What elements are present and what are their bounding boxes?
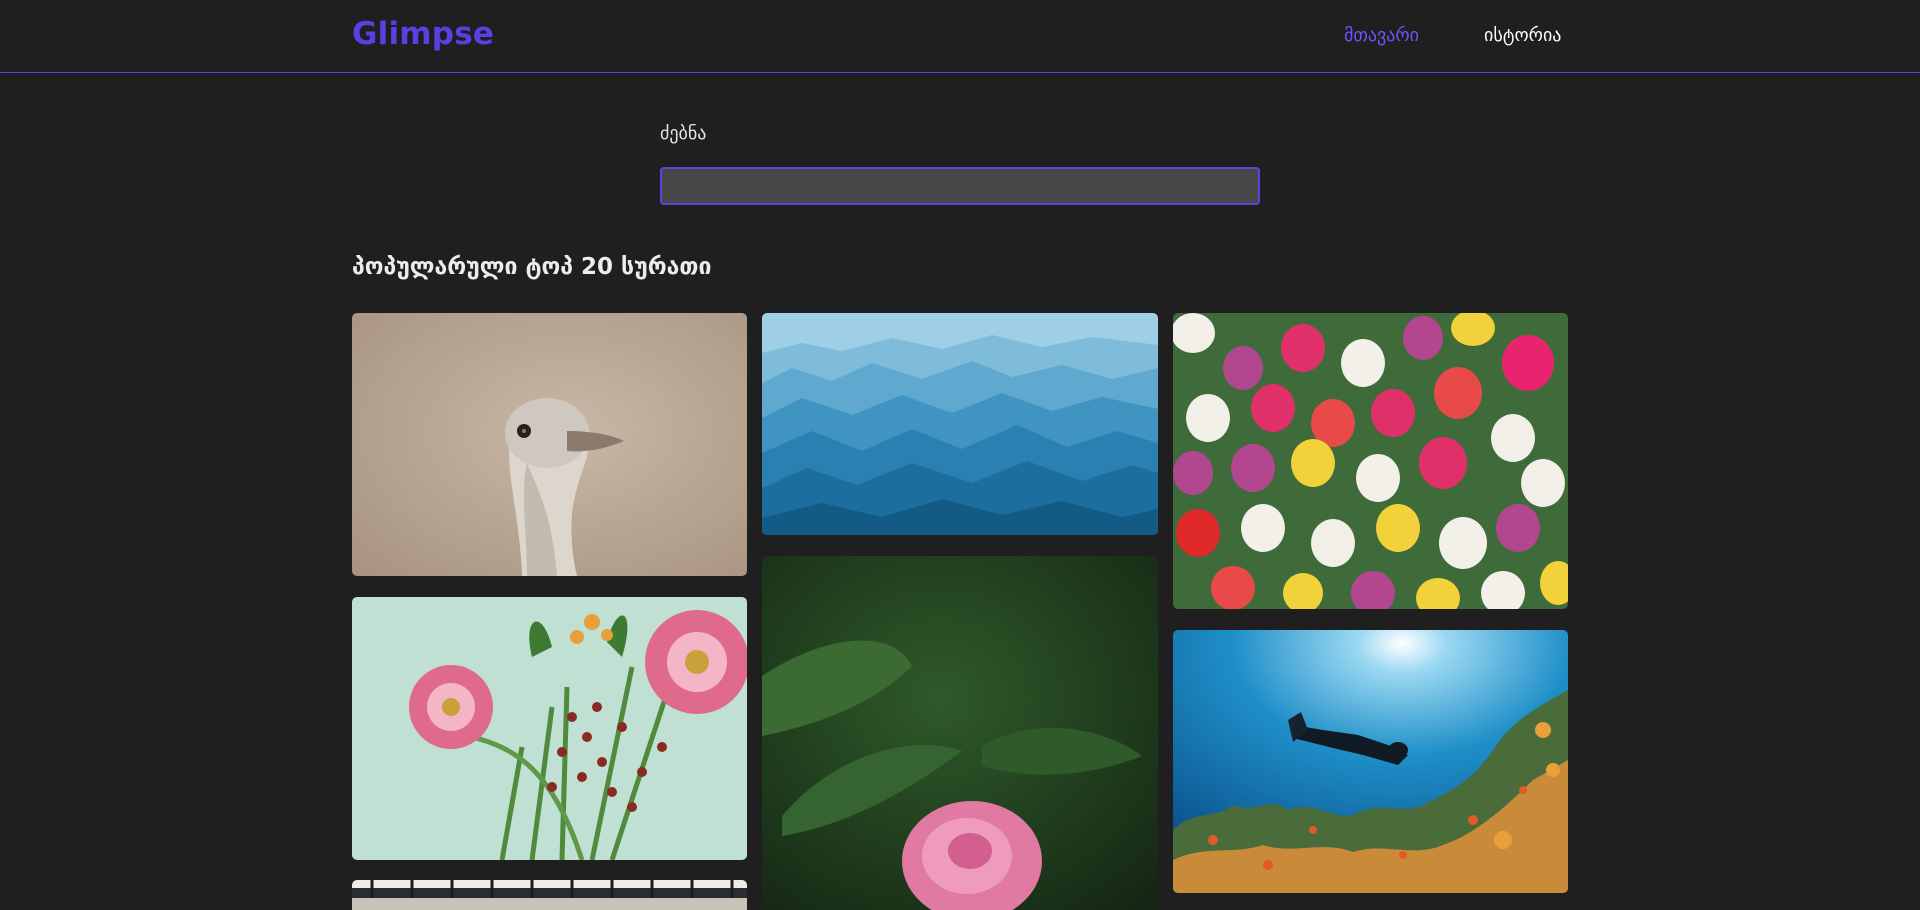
gallery-image-peony[interactable] (762, 556, 1158, 910)
peony-image (762, 556, 1158, 910)
station-image (352, 880, 747, 910)
gallery-image-tulips[interactable] (1173, 313, 1568, 609)
nav-link-home[interactable]: მთავარი (1344, 25, 1419, 46)
gerbera-image (352, 597, 747, 860)
nav-link-history[interactable]: ისტორია (1484, 25, 1561, 46)
gallery-image-gerbera[interactable] (352, 597, 747, 860)
tulips-image (1173, 313, 1568, 609)
gallery-image-mountains[interactable] (762, 313, 1158, 535)
gallery-title: პოპულარული ტოპ 20 სურათი (352, 254, 712, 280)
top-navbar: Glimpse მთავარი ისტორია (0, 0, 1920, 73)
app-logo[interactable]: Glimpse (352, 16, 494, 52)
search-input[interactable] (660, 167, 1260, 205)
ostrich-image (352, 313, 747, 576)
gallery-image-diver[interactable] (1173, 630, 1568, 893)
gallery-image-ostrich[interactable] (352, 313, 747, 576)
mountains-image (762, 313, 1158, 535)
search-label: ძებნა (660, 123, 707, 144)
gallery-image-station[interactable] (352, 880, 747, 910)
diver-image (1173, 630, 1568, 893)
